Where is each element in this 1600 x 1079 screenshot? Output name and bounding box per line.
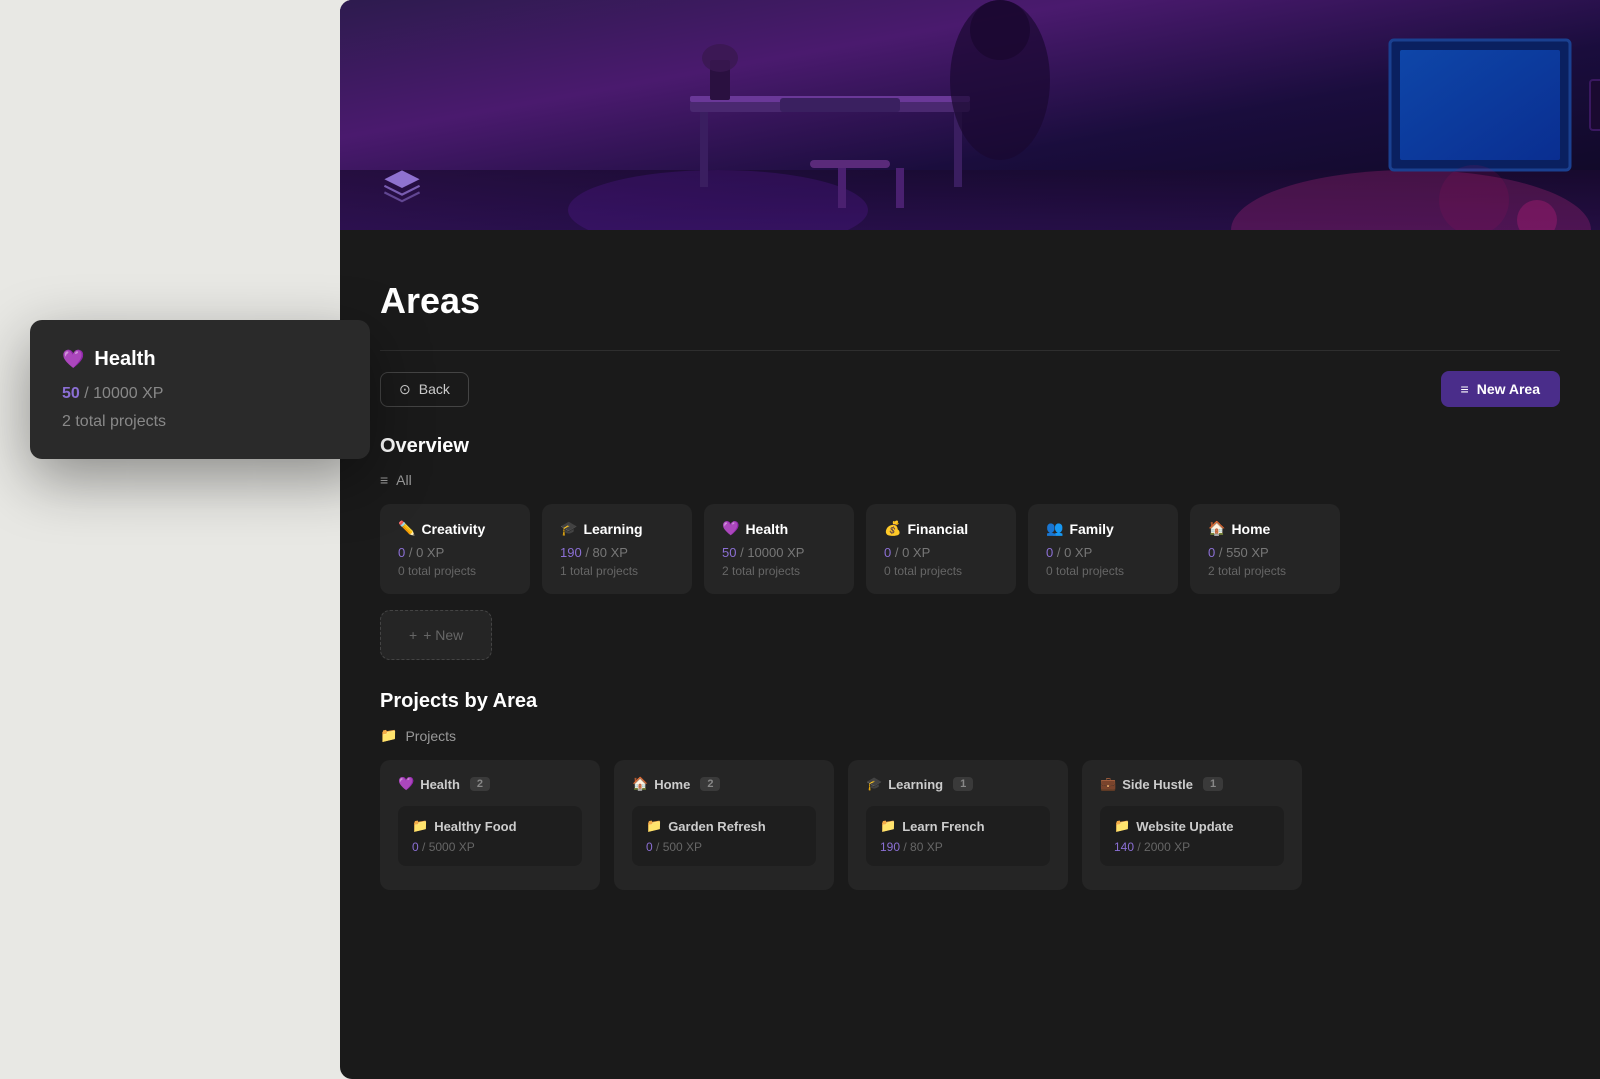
project-item-name: 📁 Website Update <box>1114 818 1270 834</box>
projects-filter: 📁 Projects <box>380 727 1560 744</box>
area-card[interactable]: 💜 Health 50 / 10000 XP 2 total projects <box>704 504 854 594</box>
banner <box>340 0 1600 230</box>
area-card-xp: 0 / 0 XP <box>884 545 998 560</box>
area-card-title: 🎓 Learning <box>560 520 674 537</box>
project-item[interactable]: 📁 Learn French 190 / 80 XP <box>866 806 1050 866</box>
project-item-name: 📁 Healthy Food <box>412 818 568 834</box>
overview-section: Overview ≡ All ✏️ Creativity 0 / 0 XP 0 … <box>380 435 1560 660</box>
area-card-title: 💰 Financial <box>884 520 998 537</box>
area-card-xp: 0 / 0 XP <box>1046 545 1160 560</box>
project-item-name: 📁 Garden Refresh <box>646 818 802 834</box>
health-tooltip-card: 💜 Health 50 / 10000 XP 2 total projects <box>30 320 370 459</box>
area-card-title: 🏠 Home <box>1208 520 1322 537</box>
area-card-projects: 2 total projects <box>1208 564 1322 578</box>
new-area-icon: ≡ <box>1461 381 1469 397</box>
area-icon: 💰 <box>884 520 901 537</box>
project-group-header: 🏠 Home 2 <box>632 776 816 792</box>
back-icon: ⊙ <box>399 381 411 398</box>
back-button[interactable]: ⊙ Back <box>380 372 469 407</box>
project-item-xp: 140 / 2000 XP <box>1114 840 1270 854</box>
area-card[interactable]: 🎓 Learning 190 / 80 XP 1 total projects <box>542 504 692 594</box>
project-item[interactable]: 📁 Garden Refresh 0 / 500 XP <box>632 806 816 866</box>
area-card-title: ✏️ Creativity <box>398 520 512 537</box>
group-count-badge: 1 <box>953 777 973 791</box>
area-card-projects: 2 total projects <box>722 564 836 578</box>
projects-section: Projects by Area 📁 Projects 💜 Health 2 📁… <box>380 690 1560 890</box>
project-item-xp: 0 / 5000 XP <box>412 840 568 854</box>
project-group: 💼 Side Hustle 1 📁 Website Update 140 / 2… <box>1082 760 1302 890</box>
project-group-header: 💜 Health 2 <box>398 776 582 792</box>
area-card-xp: 0 / 0 XP <box>398 545 512 560</box>
group-area-icon: 🏠 <box>632 776 648 792</box>
project-item-xp: 190 / 80 XP <box>880 840 1036 854</box>
tooltip-xp: 50 / 10000 XP <box>62 385 338 403</box>
group-area-icon: 💼 <box>1100 776 1116 792</box>
tooltip-title: 💜 Health <box>62 348 338 371</box>
group-area-icon: 💜 <box>398 776 414 792</box>
tooltip-projects: 2 total projects <box>62 413 338 431</box>
main-panel: Areas ⊙ Back ≡ New Area Overview ≡ All ✏… <box>340 0 1600 1079</box>
project-item[interactable]: 📁 Website Update 140 / 2000 XP <box>1100 806 1284 866</box>
project-group-header: 💼 Side Hustle 1 <box>1100 776 1284 792</box>
project-group-header: 🎓 Learning 1 <box>866 776 1050 792</box>
page-title: Areas <box>380 280 1560 322</box>
project-folder-icon: 📁 <box>880 818 896 834</box>
banner-scene <box>340 0 1600 230</box>
area-icon: 💜 <box>722 520 739 537</box>
overview-filter: ≡ All <box>380 472 1560 488</box>
projects-filter-icon: 📁 <box>380 727 397 744</box>
plus-icon: + <box>409 627 417 643</box>
add-new-area-button[interactable]: + + New <box>380 610 492 660</box>
new-area-button[interactable]: ≡ New Area <box>1441 371 1560 407</box>
projects-title: Projects by Area <box>380 690 1560 713</box>
area-icon: 👥 <box>1046 520 1063 537</box>
area-card[interactable]: 👥 Family 0 / 0 XP 0 total projects <box>1028 504 1178 594</box>
area-card[interactable]: 🏠 Home 0 / 550 XP 2 total projects <box>1190 504 1340 594</box>
project-item-name: 📁 Learn French <box>880 818 1036 834</box>
area-card-title: 💜 Health <box>722 520 836 537</box>
group-area-icon: 🎓 <box>866 776 882 792</box>
project-group: 💜 Health 2 📁 Healthy Food 0 / 5000 XP <box>380 760 600 890</box>
area-card[interactable]: ✏️ Creativity 0 / 0 XP 0 total projects <box>380 504 530 594</box>
area-card-xp: 0 / 550 XP <box>1208 545 1322 560</box>
area-icon: 🎓 <box>560 520 577 537</box>
area-card-projects: 1 total projects <box>560 564 674 578</box>
projects-row: 💜 Health 2 📁 Healthy Food 0 / 5000 XP 🏠 … <box>380 760 1560 890</box>
project-item[interactable]: 📁 Healthy Food 0 / 5000 XP <box>398 806 582 866</box>
area-card-xp: 50 / 10000 XP <box>722 545 836 560</box>
area-cards-row: ✏️ Creativity 0 / 0 XP 0 total projects … <box>380 504 1560 594</box>
toolbar: ⊙ Back ≡ New Area <box>380 371 1560 407</box>
area-card[interactable]: 💰 Financial 0 / 0 XP 0 total projects <box>866 504 1016 594</box>
heart-icon: 💜 <box>62 349 84 370</box>
overview-title: Overview <box>380 435 1560 458</box>
project-folder-icon: 📁 <box>1114 818 1130 834</box>
area-icon: 🏠 <box>1208 520 1225 537</box>
project-group: 🎓 Learning 1 📁 Learn French 190 / 80 XP <box>848 760 1068 890</box>
area-card-projects: 0 total projects <box>1046 564 1160 578</box>
project-group: 🏠 Home 2 📁 Garden Refresh 0 / 500 XP <box>614 760 834 890</box>
group-count-badge: 2 <box>700 777 720 791</box>
area-card-projects: 0 total projects <box>884 564 998 578</box>
project-folder-icon: 📁 <box>412 818 428 834</box>
area-card-xp: 190 / 80 XP <box>560 545 674 560</box>
area-icon: ✏️ <box>398 520 415 537</box>
area-card-title: 👥 Family <box>1046 520 1160 537</box>
project-folder-icon: 📁 <box>646 818 662 834</box>
group-count-badge: 1 <box>1203 777 1223 791</box>
project-item-xp: 0 / 500 XP <box>646 840 802 854</box>
filter-icon: ≡ <box>380 472 388 488</box>
layers-icon <box>380 166 424 210</box>
area-card-projects: 0 total projects <box>398 564 512 578</box>
page-content: Areas ⊙ Back ≡ New Area Overview ≡ All ✏… <box>340 280 1600 890</box>
group-count-badge: 2 <box>470 777 490 791</box>
